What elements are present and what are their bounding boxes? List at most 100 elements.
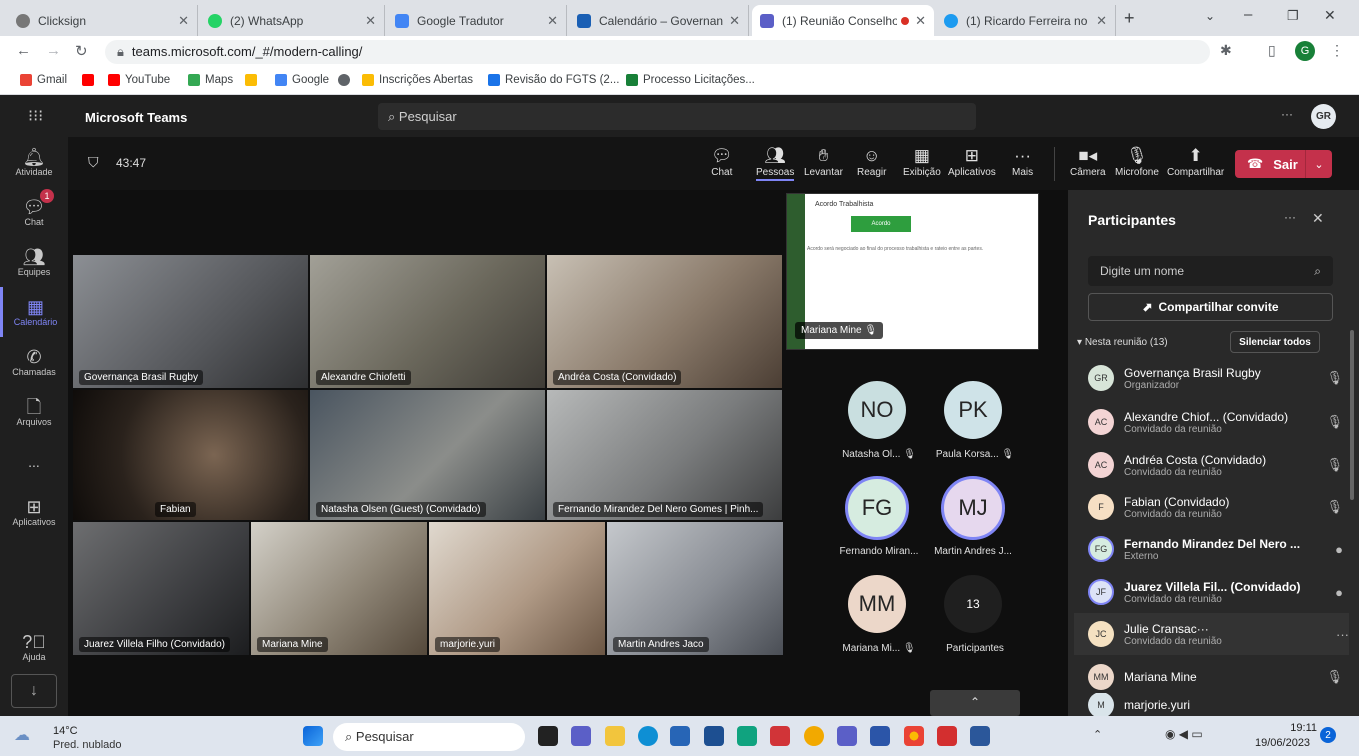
word-icon[interactable] (970, 726, 990, 746)
app-o-icon[interactable] (804, 726, 824, 746)
mute-all-button[interactable]: Silenciar todos (1230, 331, 1320, 353)
meeting-section[interactable]: ▾ Nesta reunião (13) (1077, 337, 1168, 348)
mail-icon[interactable] (704, 726, 724, 746)
network-sound-icons[interactable]: ◉ ◀ ▭ (1165, 727, 1203, 741)
maximize-icon[interactable]: ❐ (1287, 8, 1299, 24)
more-button[interactable]: ··· Mais (1012, 145, 1033, 178)
acrobat-icon[interactable] (937, 726, 957, 746)
clock-time[interactable]: 19:11 (1279, 722, 1317, 734)
download-icon[interactable]: ↓ (11, 674, 57, 708)
new-tab-button[interactable]: + (1124, 8, 1135, 29)
participants-overflow[interactable]: 13 (944, 575, 1002, 633)
close-tab-icon[interactable]: ✕ (178, 13, 189, 29)
close-tab-icon[interactable]: ✕ (365, 13, 376, 29)
browser-tab-twitter[interactable]: (1) Ricardo Ferreira no Twitt✕ (936, 5, 1116, 36)
minimize-icon[interactable]: – (1244, 6, 1252, 23)
rail-item-help[interactable]: ?⃝ Ajuda (0, 622, 68, 672)
avatar-pk[interactable]: PK (944, 381, 1002, 439)
notification-badge[interactable]: 2 (1320, 727, 1336, 743)
close-tab-icon[interactable]: ✕ (915, 13, 926, 29)
search-input[interactable]: ⌕ Pesquisar (378, 103, 976, 130)
rail-item-chat[interactable]: 💬︎ Chat 1 (0, 187, 68, 237)
weather-desc[interactable]: Pred. nublado (53, 739, 122, 751)
browser-menu-icon[interactable]: ⋮ (1330, 42, 1344, 59)
participant-row[interactable]: GR Governança Brasil Rugby Organizador 🎙︎ (1088, 357, 1343, 399)
store-icon[interactable] (670, 726, 690, 746)
browser-tab-teams[interactable]: (1) Reunião Conselho ✕ (752, 5, 934, 36)
rail-item-activity[interactable]: 🔔︎ Atividade (0, 137, 68, 187)
chrome-icon[interactable] (904, 726, 924, 746)
apps-button[interactable]: ⊞ Aplicativos (948, 145, 996, 178)
people-button[interactable]: 👥︎ Pessoas (756, 145, 795, 181)
leave-button[interactable]: ☎ Sair ⌄ (1235, 150, 1332, 178)
react-button[interactable]: ☺ Reagir (857, 145, 886, 178)
participant-row[interactable]: F Fabian (Convidado) Convidado da reunião 🎙… (1088, 486, 1343, 528)
clock-date[interactable]: 19/06/2023 (1255, 737, 1310, 749)
participant-row[interactable]: FG Fernando Mirandez Del Nero ... Externo ● (1088, 528, 1343, 570)
participant-row[interactable]: Mmarjorie.yuri (1088, 693, 1343, 716)
rail-item-calendar[interactable]: ▦ Calendário (0, 287, 68, 337)
video-tile[interactable]: Fernando Mirandez Del Nero Gomes | Pinh.… (546, 389, 783, 521)
video-tile[interactable]: marjorie.yuri (428, 521, 606, 656)
bookmark-gmail[interactable]: Gmail (20, 74, 67, 86)
close-icon[interactable]: ✕ (1312, 210, 1324, 227)
app-shield-icon[interactable] (770, 726, 790, 746)
more-icon[interactable]: ··· (1284, 210, 1296, 224)
app-icon[interactable] (870, 726, 890, 746)
more-options-icon[interactable]: ··· (1281, 107, 1293, 121)
close-tab-icon[interactable]: ✕ (729, 13, 740, 29)
forward-icon[interactable]: → (46, 42, 61, 59)
avatar-fg[interactable]: FG (845, 476, 909, 540)
url-field[interactable]: 🔒︎ teams.microsoft.com/_#/modern-calling/ (105, 40, 1210, 64)
chevron-down-icon[interactable]: ⌄ (1306, 158, 1332, 171)
rail-item-apps[interactable]: ⊞ Aplicativos (0, 487, 68, 537)
close-tab-icon[interactable]: ✕ (547, 13, 558, 29)
bookmark-misc[interactable] (338, 74, 355, 86)
close-tab-icon[interactable]: ✕ (1096, 13, 1107, 29)
teams-icon[interactable] (837, 726, 857, 746)
task-view-icon[interactable] (538, 726, 558, 746)
extension-icon[interactable]: ✱ (1220, 42, 1232, 59)
video-tile[interactable]: Fabian (72, 389, 309, 521)
browser-tab-calendar[interactable]: Calendário – Governança B✕ (569, 5, 749, 36)
windows-start-icon[interactable] (303, 726, 323, 746)
self-view[interactable]: ⌃ (930, 690, 1020, 716)
browser-tab-translate[interactable]: Google Tradutor ✕ (387, 5, 567, 36)
participant-row[interactable]: MM Mariana Mine 🎙︎ (1088, 656, 1343, 698)
view-button[interactable]: ▦ Exibição (903, 145, 941, 178)
participant-row[interactable]: AC Alexandre Chiof... (Convidado) Convidad… (1088, 401, 1343, 443)
app-l-icon[interactable] (737, 726, 757, 746)
panel-scrollbar[interactable] (1350, 330, 1354, 500)
participant-row[interactable]: JC Julie Cransac··· Convidado da reunião ··… (1074, 613, 1349, 655)
profile-avatar[interactable]: G (1295, 41, 1315, 61)
taskbar-search[interactable]: ⌕ Pesquisar (333, 723, 525, 751)
video-tile[interactable]: Natasha Olsen (Guest) (Convidado) (309, 389, 546, 521)
bookmark-icon[interactable] (245, 74, 262, 86)
camera-button[interactable]: ■◂ Câmera (1070, 145, 1106, 178)
back-icon[interactable]: ← (16, 42, 31, 59)
bookmark-google[interactable]: Google (275, 74, 329, 86)
video-tile[interactable]: Alexandre Chiofetti (309, 254, 546, 389)
bookmark-inscricoes[interactable]: Inscrições Abertas (362, 74, 473, 86)
video-tile[interactable]: Andréa Costa (Convidado) (546, 254, 783, 389)
browser-tab-whatsapp[interactable]: (2) WhatsApp ✕ (200, 5, 385, 36)
share-invite-button[interactable]: ⬈ Compartilhar convite (1088, 293, 1333, 321)
user-avatar[interactable]: GR (1311, 104, 1336, 129)
rail-item-more[interactable]: ... (0, 437, 68, 487)
rail-item-files[interactable]: 🗋 Arquivos (0, 387, 68, 437)
video-tile[interactable]: Governança Brasil Rugby (72, 254, 309, 389)
shared-screen[interactable]: Acordo Trabalhista Acordo Acordo será ne… (786, 193, 1039, 350)
bookmark-maps[interactable]: Maps (188, 74, 233, 86)
video-tile[interactable]: Mariana Mine (250, 521, 428, 656)
rail-item-calls[interactable]: ✆ Chamadas (0, 337, 68, 387)
share-button[interactable]: ⬆ Compartilhar (1167, 145, 1224, 178)
chat-button[interactable]: 💬︎ Chat (711, 145, 733, 178)
app-launcher-icon[interactable]: ⁝⁝⁝ (28, 106, 43, 126)
participant-row[interactable]: JF Juarez Villela Fil... (Convidado) Convi… (1088, 571, 1343, 613)
sidebar-icon[interactable]: ▯ (1268, 42, 1276, 59)
avatar-no[interactable]: NO (848, 381, 906, 439)
video-tile[interactable]: Martin Andres Jaco (606, 521, 784, 656)
bookmark-licitacoes[interactable]: Processo Licitações... (626, 74, 755, 86)
close-window-icon[interactable]: ✕ (1324, 7, 1336, 24)
browser-tab-clicksign[interactable]: Clicksign ✕ (8, 5, 198, 36)
